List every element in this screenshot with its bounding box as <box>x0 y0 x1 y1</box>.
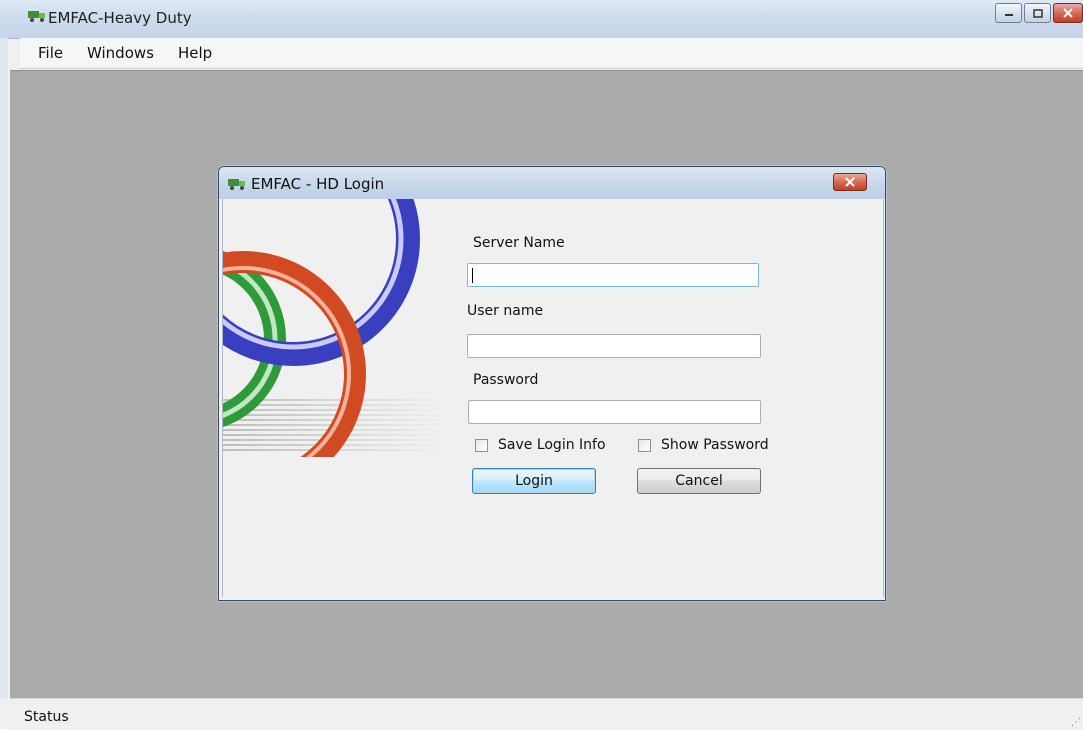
window-title: EMFAC-Heavy Duty <box>48 9 192 27</box>
login-button[interactable]: Login <box>472 468 596 494</box>
main-window: EMFAC-Heavy Duty File Windows Help EMFAC… <box>0 0 1083 730</box>
server-name-input[interactable] <box>467 263 759 287</box>
text-caret <box>472 268 473 283</box>
status-bar: Status ⋰ <box>10 698 1083 730</box>
minimize-button[interactable] <box>995 3 1022 23</box>
dialog-title-bar[interactable]: EMFAC - HD Login <box>219 167 885 199</box>
show-password-label: Show Password <box>661 437 769 453</box>
dialog-title: EMFAC - HD Login <box>251 175 385 193</box>
rings-logo-icon <box>223 199 448 457</box>
maximize-icon <box>1032 8 1043 18</box>
app-truck-icon <box>28 11 45 22</box>
menu-windows[interactable]: Windows <box>87 44 154 62</box>
show-password-checkbox[interactable] <box>638 438 651 452</box>
save-login-checkbox[interactable] <box>475 438 488 452</box>
save-login-checkbox-row[interactable]: Save Login Info <box>475 437 606 453</box>
password-label: Password <box>473 372 539 388</box>
menu-file[interactable]: File <box>38 44 63 62</box>
show-password-checkbox-row[interactable]: Show Password <box>638 437 769 453</box>
close-icon <box>845 177 855 187</box>
menu-bar: File Windows Help <box>20 38 1083 69</box>
save-login-label: Save Login Info <box>498 437 606 453</box>
server-name-label: Server Name <box>473 235 565 251</box>
resize-grip-icon[interactable]: ⋰ <box>1071 717 1081 728</box>
password-input[interactable] <box>468 400 761 424</box>
cancel-button[interactable]: Cancel <box>637 468 761 494</box>
minimize-icon <box>1004 14 1013 16</box>
window-left-border <box>0 38 8 698</box>
close-icon <box>1063 8 1073 18</box>
title-bar[interactable]: EMFAC-Heavy Duty <box>0 0 1083 39</box>
maximize-button[interactable] <box>1024 3 1051 23</box>
window-controls <box>993 3 1083 25</box>
status-text: Status <box>24 709 69 725</box>
login-dialog: EMFAC - HD Login Server Name User name P… <box>218 166 886 601</box>
close-button[interactable] <box>1053 3 1083 23</box>
menu-help[interactable]: Help <box>178 44 212 62</box>
user-name-input[interactable] <box>467 334 761 358</box>
user-name-label: User name <box>467 303 544 319</box>
dialog-close-button[interactable] <box>833 173 867 191</box>
app-truck-icon <box>228 179 245 190</box>
dialog-body: Server Name User name Password Save Logi… <box>222 199 884 597</box>
